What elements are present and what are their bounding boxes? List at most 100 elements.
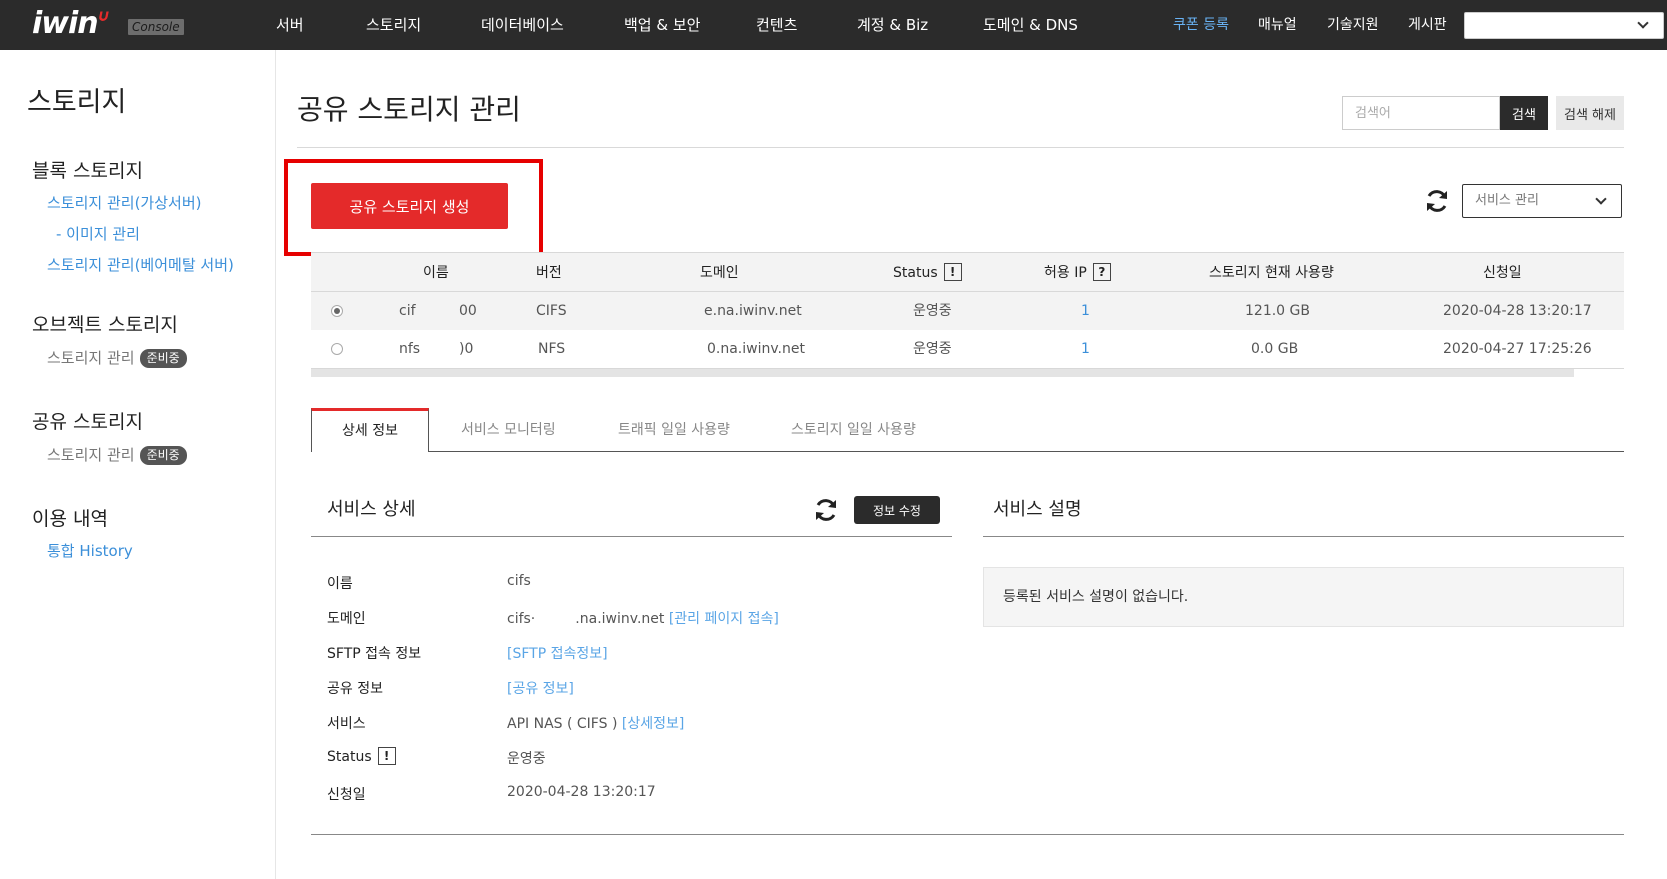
sidebar-link-history[interactable]: 통합 History xyxy=(47,540,133,561)
cell-usage: 121.0 GB xyxy=(1245,303,1310,319)
col-header-version[interactable]: 버전 xyxy=(536,253,562,293)
cell-allowed-ip[interactable]: 1 xyxy=(1081,330,1090,368)
service-description-box: 등록된 서비스 설명이 없습니다. xyxy=(983,567,1624,627)
detail-label-sftp: SFTP 접속 정보 xyxy=(327,646,422,662)
detail-bottom-rule xyxy=(311,834,1624,835)
domain-text: cifs· .na.iwinv.net xyxy=(507,611,665,627)
cell-name: cif xyxy=(399,303,416,319)
detail-label-status: Status! xyxy=(327,747,396,765)
sidebar-link-storage-vm[interactable]: 스토리지 관리(가상서버) xyxy=(47,192,201,213)
info-icon[interactable]: ! xyxy=(943,263,962,281)
detail-label-name: 이름 xyxy=(327,576,353,592)
sidebar-link-shared-storage[interactable]: 스토리지 관리 준비중 xyxy=(47,444,187,465)
col-header-status: Status! xyxy=(893,253,962,293)
sidebar-link-image[interactable]: - 이미지 관리 xyxy=(56,223,140,244)
search-button[interactable]: 검색 xyxy=(1500,96,1548,130)
table-row[interactable]: cif 00 CIFS e.na.iwinv.net 운영중 1 121.0 G… xyxy=(311,292,1624,330)
cell-version: CIFS xyxy=(536,303,567,319)
nav-item-server[interactable]: 서버 xyxy=(276,0,304,50)
refresh-icon[interactable] xyxy=(813,497,839,523)
tab-detail-info[interactable]: 상세 정보 xyxy=(311,408,429,452)
nav-item-contents[interactable]: 컨텐츠 xyxy=(756,0,797,50)
sidebar-link-label: 스토리지 관리 xyxy=(47,349,135,367)
edit-info-button[interactable]: 정보 수정 xyxy=(854,496,940,524)
service-detail-link[interactable]: [상세정보] xyxy=(622,716,684,732)
tab-service-monitoring[interactable]: 서비스 모니터링 xyxy=(461,408,556,452)
search-input[interactable] xyxy=(1342,96,1500,130)
status-label: Status xyxy=(327,749,372,765)
nav-item-backup-security[interactable]: 백업 & 보안 xyxy=(624,0,700,50)
service-manage-select[interactable]: 서비스 관리 xyxy=(1462,184,1622,218)
chevron-down-icon xyxy=(1637,17,1649,29)
col-header-domain[interactable]: 도메인 xyxy=(700,253,739,293)
account-select[interactable] xyxy=(1464,12,1664,39)
col-header-date[interactable]: 신청일 xyxy=(1483,253,1522,293)
sidebar: 스토리지 블록 스토리지 스토리지 관리(가상서버) - 이미지 관리 스토리지… xyxy=(0,50,276,879)
cell-usage: 0.0 GB xyxy=(1251,341,1299,357)
cell-name-suffix: )0 xyxy=(459,341,474,357)
sftp-info-link[interactable]: [SFTP 접속정보] xyxy=(507,643,608,663)
cell-status: 운영중 xyxy=(913,341,952,357)
cell-date: 2020-04-27 17:25:26 xyxy=(1443,341,1592,357)
detail-label-share: 공유 정보 xyxy=(327,681,383,697)
sidebar-link-storage-baremetal[interactable]: 스토리지 관리(베어메탈 서버) xyxy=(47,254,234,275)
create-shared-storage-button[interactable]: 공유 스토리지 생성 xyxy=(311,183,508,229)
detail-value-domain: cifs· .na.iwinv.net [관리 페이지 접속] xyxy=(507,608,779,628)
cell-status: 운영중 xyxy=(913,303,952,319)
tech-support-link[interactable]: 기술지원 xyxy=(1327,0,1379,50)
iwinv-logo[interactable]: iwinᐡ xyxy=(32,6,109,41)
tab-traffic-daily[interactable]: 트래픽 일일 사용량 xyxy=(618,408,730,452)
page-title: 공유 스토리지 관리 xyxy=(297,93,521,126)
sidebar-group-usage-history: 이용 내역 xyxy=(32,508,108,530)
cell-name-suffix: 00 xyxy=(459,303,477,319)
cell-version: NFS xyxy=(538,341,566,357)
board-link[interactable]: 게시판 xyxy=(1408,0,1447,50)
nav-item-account-biz[interactable]: 계정 & Biz xyxy=(857,0,928,50)
cell-date: 2020-04-28 13:20:17 xyxy=(1443,303,1592,319)
sidebar-group-shared-storage: 공유 스토리지 xyxy=(32,411,143,433)
sidebar-group-object-storage: 오브젝트 스토리지 xyxy=(32,314,178,336)
coming-soon-badge: 준비중 xyxy=(139,446,187,465)
coming-soon-badge: 준비중 xyxy=(139,349,187,368)
refresh-icon[interactable] xyxy=(1424,188,1450,214)
nav-item-database[interactable]: 데이터베이스 xyxy=(481,0,564,50)
sidebar-link-object-storage[interactable]: 스토리지 관리 준비중 xyxy=(47,347,187,368)
manual-link[interactable]: 매뉴얼 xyxy=(1258,0,1297,50)
allowed-ip-label: 허용 IP xyxy=(1044,265,1087,281)
sidebar-link-label: 스토리지 관리 xyxy=(47,446,135,464)
share-info-link[interactable]: [공유 정보] xyxy=(507,678,574,698)
status-label: Status xyxy=(893,265,938,281)
sidebar-title: 스토리지 xyxy=(27,87,127,118)
nav-item-domain-dns[interactable]: 도메인 & DNS xyxy=(983,0,1078,50)
service-detail-title: 서비스 상세 xyxy=(327,499,416,520)
table-row[interactable]: nfs )0 NFS 0.na.iwinv.net 운영중 1 0.0 GB 2… xyxy=(311,330,1624,368)
admin-page-link[interactable]: [관리 페이지 접속] xyxy=(669,611,779,627)
cell-domain: 0.na.iwinv.net xyxy=(707,341,805,357)
description-divider xyxy=(983,536,1624,537)
nav-item-storage[interactable]: 스토리지 xyxy=(366,0,421,50)
detail-value-status: 운영중 xyxy=(507,751,546,767)
coupon-register-link[interactable]: 쿠폰 등록 xyxy=(1173,0,1229,50)
chevron-down-icon xyxy=(1595,193,1607,205)
detail-value-date: 2020-04-28 13:20:17 xyxy=(507,784,656,800)
row-radio[interactable] xyxy=(331,343,343,355)
info-icon[interactable]: ! xyxy=(377,747,396,765)
tab-storage-daily[interactable]: 스토리지 일일 사용량 xyxy=(791,408,916,452)
table-header: 이름 버전 도메인 Status! 허용 IP? 스토리지 현재 사용량 신청일 xyxy=(311,252,1624,292)
console-badge: Console xyxy=(128,19,184,35)
col-header-usage[interactable]: 스토리지 현재 사용량 xyxy=(1209,253,1334,293)
detail-divider xyxy=(311,536,952,537)
help-icon[interactable]: ? xyxy=(1092,263,1111,281)
row-radio[interactable] xyxy=(331,305,343,317)
top-nav: iwinᐡ Console 서버 스토리지 데이터베이스 백업 & 보안 컨텐츠… xyxy=(0,0,1667,50)
col-header-name[interactable]: 이름 xyxy=(423,253,449,293)
clear-search-button[interactable]: 검색 해제 xyxy=(1556,96,1624,130)
cell-allowed-ip[interactable]: 1 xyxy=(1081,292,1090,330)
detail-label-date: 신청일 xyxy=(327,787,366,803)
detail-value-service: API NAS ( CIFS ) [상세정보] xyxy=(507,713,684,733)
title-divider xyxy=(297,147,1624,148)
table-scrollbar[interactable] xyxy=(311,369,1574,377)
detail-label-domain: 도메인 xyxy=(327,611,366,627)
cell-domain: e.na.iwinv.net xyxy=(704,303,802,319)
service-description-title: 서비스 설명 xyxy=(993,499,1082,520)
